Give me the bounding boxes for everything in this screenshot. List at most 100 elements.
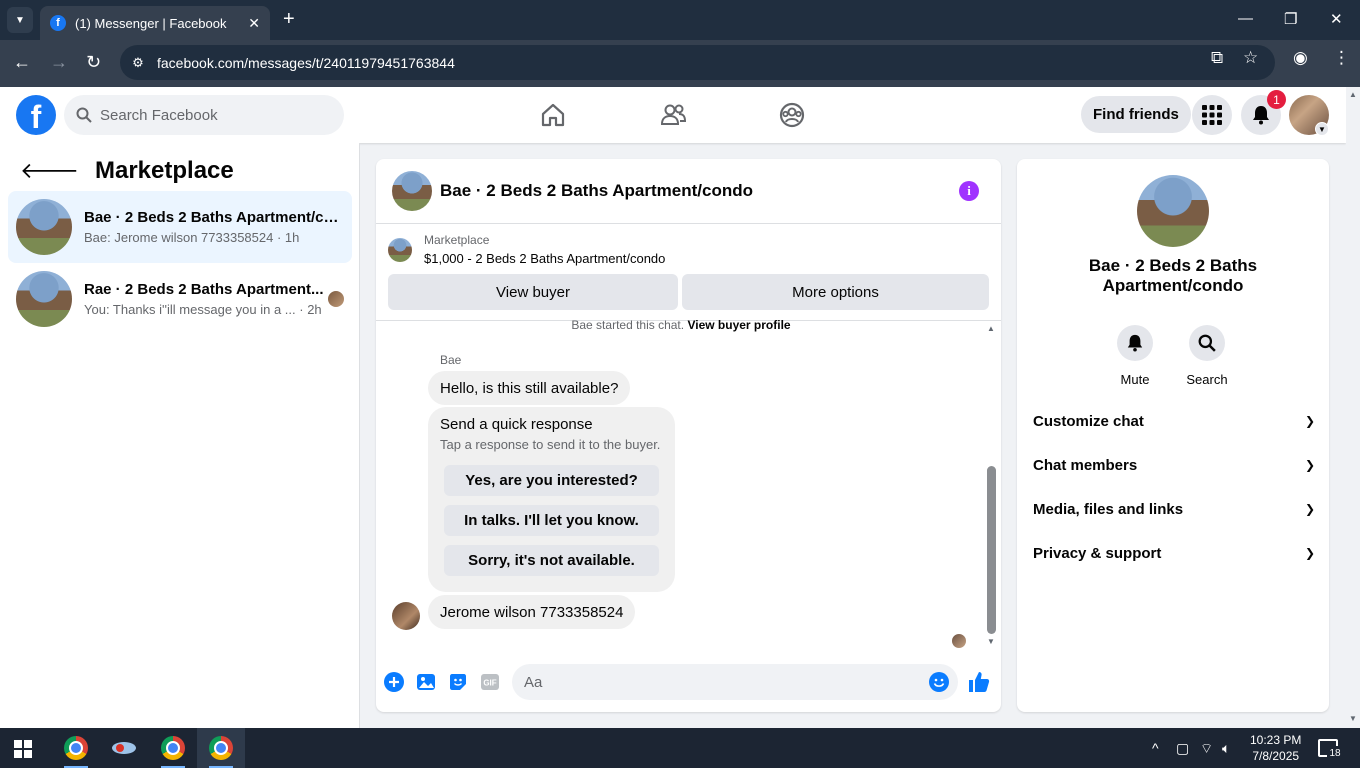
facebook-logo-icon[interactable]: f bbox=[16, 95, 56, 135]
photo-icon[interactable] bbox=[415, 671, 437, 693]
conversation-name: Bae · 2 Beds 2 Baths Apartment/co... bbox=[84, 209, 339, 226]
sticker-icon[interactable] bbox=[447, 671, 469, 693]
listing-thumbnail[interactable] bbox=[392, 171, 432, 211]
tray-overflow-icon[interactable]: ^ bbox=[1152, 740, 1159, 756]
taskbar-chrome-app[interactable] bbox=[52, 728, 100, 768]
bell-icon bbox=[1127, 334, 1143, 352]
browser-menu-icon[interactable]: ⋮ bbox=[1333, 48, 1350, 68]
conversation-preview: You: Thanks i''ill message you in a ... … bbox=[84, 302, 322, 317]
privacy-support-section[interactable]: Privacy & support ❯ bbox=[1033, 541, 1315, 565]
meet-now-icon[interactable]: ▢ bbox=[1176, 740, 1189, 757]
plus-icon[interactable] bbox=[383, 671, 405, 693]
maximize-icon[interactable]: ❐ bbox=[1284, 10, 1297, 28]
view-buyer-button[interactable]: View buyer bbox=[388, 274, 678, 310]
gif-label: GIF bbox=[483, 679, 496, 688]
mute-label: Mute bbox=[1120, 372, 1150, 387]
system-clock[interactable]: 10:23 PM 7/8/2025 bbox=[1250, 732, 1301, 764]
quick-response-button[interactable]: Sorry, it's not available. bbox=[444, 545, 659, 576]
scroll-down-icon[interactable]: ▼ bbox=[987, 637, 995, 646]
tab-search-button[interactable]: ▼ bbox=[7, 7, 33, 33]
tab-close-icon[interactable]: ✕ bbox=[248, 15, 260, 32]
media-files-links-section[interactable]: Media, files and links ❯ bbox=[1033, 497, 1315, 521]
scroll-up-icon[interactable]: ▲ bbox=[987, 324, 995, 333]
inbox-header: 🡐 Marketplace bbox=[20, 157, 234, 185]
windows-start-icon[interactable] bbox=[14, 740, 32, 758]
bell-icon bbox=[1253, 106, 1269, 125]
message-bubble: Hello, is this still available? bbox=[428, 371, 631, 405]
more-options-button[interactable]: More options bbox=[682, 274, 989, 310]
url-text: facebook.com/messages/t/2401197945176384… bbox=[157, 54, 455, 71]
scroll-down-icon[interactable]: ▼ bbox=[1349, 714, 1357, 723]
conversation-item[interactable]: Bae · 2 Beds 2 Baths Apartment/co... Bae… bbox=[8, 191, 352, 263]
gif-icon[interactable]: GIF bbox=[479, 671, 501, 693]
bookmark-star-icon[interactable]: ☆ bbox=[1243, 48, 1258, 68]
chat-title[interactable]: Bae · 2 Beds 2 Baths Apartment/condo bbox=[440, 181, 753, 201]
quick-response-card: Send a quick response Tap a response to … bbox=[428, 407, 675, 592]
message-input-box[interactable] bbox=[512, 664, 958, 700]
chevron-down-icon: ❯ bbox=[1304, 458, 1315, 472]
listing-summary[interactable]: Marketplace $1,000 - 2 Beds 2 Baths Apar… bbox=[388, 233, 665, 266]
clock-time: 10:23 PM bbox=[1250, 733, 1302, 747]
install-app-icon[interactable]: ⧉ bbox=[1211, 48, 1223, 68]
listing-thumbnail bbox=[388, 237, 412, 262]
chat-panel: Bae · 2 Beds 2 Baths Apartment/condo i M… bbox=[376, 159, 1001, 712]
quick-response-button[interactable]: In talks. I'll let you know. bbox=[444, 505, 659, 536]
taskbar-chrome-app-active[interactable] bbox=[197, 728, 245, 768]
seen-avatar bbox=[952, 634, 966, 648]
home-icon[interactable] bbox=[539, 101, 567, 129]
listing-thumbnail bbox=[16, 199, 72, 255]
search-in-conversation-button[interactable]: Search bbox=[1177, 325, 1237, 387]
forward-icon[interactable]: → bbox=[50, 52, 68, 73]
chat-members-section[interactable]: Chat members ❯ bbox=[1033, 453, 1315, 477]
thumbs-up-icon[interactable] bbox=[967, 670, 991, 694]
search-input[interactable] bbox=[100, 106, 320, 124]
profile-icon[interactable]: ◉ bbox=[1293, 48, 1308, 68]
facebook-search-box[interactable] bbox=[64, 95, 344, 135]
grid-icon bbox=[1202, 105, 1222, 125]
read-receipt-avatar bbox=[328, 291, 344, 307]
search-label: Search bbox=[1186, 372, 1228, 387]
page-title: Marketplace bbox=[95, 157, 234, 184]
emoji-icon[interactable] bbox=[928, 671, 950, 693]
customize-chat-section[interactable]: Customize chat ❯ bbox=[1033, 409, 1315, 433]
chat-scrollbar[interactable] bbox=[987, 466, 996, 634]
scroll-up-icon[interactable]: ▲ bbox=[1349, 90, 1357, 99]
notification-badge: 1 bbox=[1267, 90, 1286, 109]
info-icon[interactable]: i bbox=[959, 181, 979, 201]
browser-tab-messenger[interactable]: f (1) Messenger | Facebook ✕ bbox=[40, 6, 270, 40]
quick-response-button[interactable]: Yes, are you interested? bbox=[444, 465, 659, 496]
url-field[interactable]: ⚙ facebook.com/messages/t/24011979451763… bbox=[120, 45, 1275, 80]
volume-icon[interactable]: 🔈︎ bbox=[1222, 740, 1230, 757]
page-scrollbar[interactable]: ▲ ▼ bbox=[1346, 87, 1360, 728]
menu-grid-button[interactable] bbox=[1192, 95, 1232, 135]
search-icon bbox=[1198, 334, 1216, 352]
windows-taskbar: ^ ▢ ⌔ 🔈︎ 10:23 PM 7/8/2025 18 bbox=[0, 728, 1360, 768]
wifi-icon[interactable]: ⌔ bbox=[1200, 740, 1213, 758]
new-tab-icon[interactable]: + bbox=[283, 8, 295, 31]
listing-thumbnail bbox=[1137, 175, 1209, 247]
chevron-down-icon[interactable]: ▼ bbox=[1315, 122, 1329, 136]
mute-button[interactable]: Mute bbox=[1105, 325, 1165, 387]
site-settings-icon[interactable]: ⚙ bbox=[120, 55, 156, 71]
minimize-icon[interactable]: — bbox=[1238, 10, 1253, 27]
taskbar-chrome-app[interactable] bbox=[149, 728, 197, 768]
clock-date: 7/8/2025 bbox=[1252, 749, 1300, 763]
chat-header: Bae · 2 Beds 2 Baths Apartment/condo i bbox=[376, 159, 1001, 224]
friends-icon[interactable] bbox=[659, 101, 687, 129]
back-icon[interactable]: ← bbox=[13, 52, 31, 73]
chat-started-text: Bae started this chat. bbox=[571, 318, 685, 332]
taskbar-app[interactable] bbox=[100, 728, 148, 768]
reload-icon[interactable]: ↻ bbox=[86, 52, 101, 73]
find-friends-button[interactable]: Find friends bbox=[1081, 96, 1191, 133]
view-buyer-profile-link[interactable]: View buyer profile bbox=[687, 318, 790, 332]
facebook-favicon-icon: f bbox=[50, 15, 66, 31]
close-window-icon[interactable]: ✕ bbox=[1330, 10, 1343, 28]
sender-avatar[interactable] bbox=[392, 602, 420, 630]
back-arrow-icon[interactable]: 🡐 bbox=[20, 158, 79, 184]
conversation-preview: Bae: Jerome wilson 7733358524 · 1h bbox=[84, 230, 300, 245]
groups-icon[interactable] bbox=[778, 101, 806, 129]
message-bubble: Jerome wilson 7733358524 bbox=[428, 595, 636, 629]
message-input[interactable] bbox=[524, 673, 904, 691]
conversation-item[interactable]: Rae · 2 Beds 2 Baths Apartment... You: T… bbox=[8, 263, 352, 335]
facebook-top-nav: f Find friends 1 ▼ bbox=[0, 87, 1346, 143]
